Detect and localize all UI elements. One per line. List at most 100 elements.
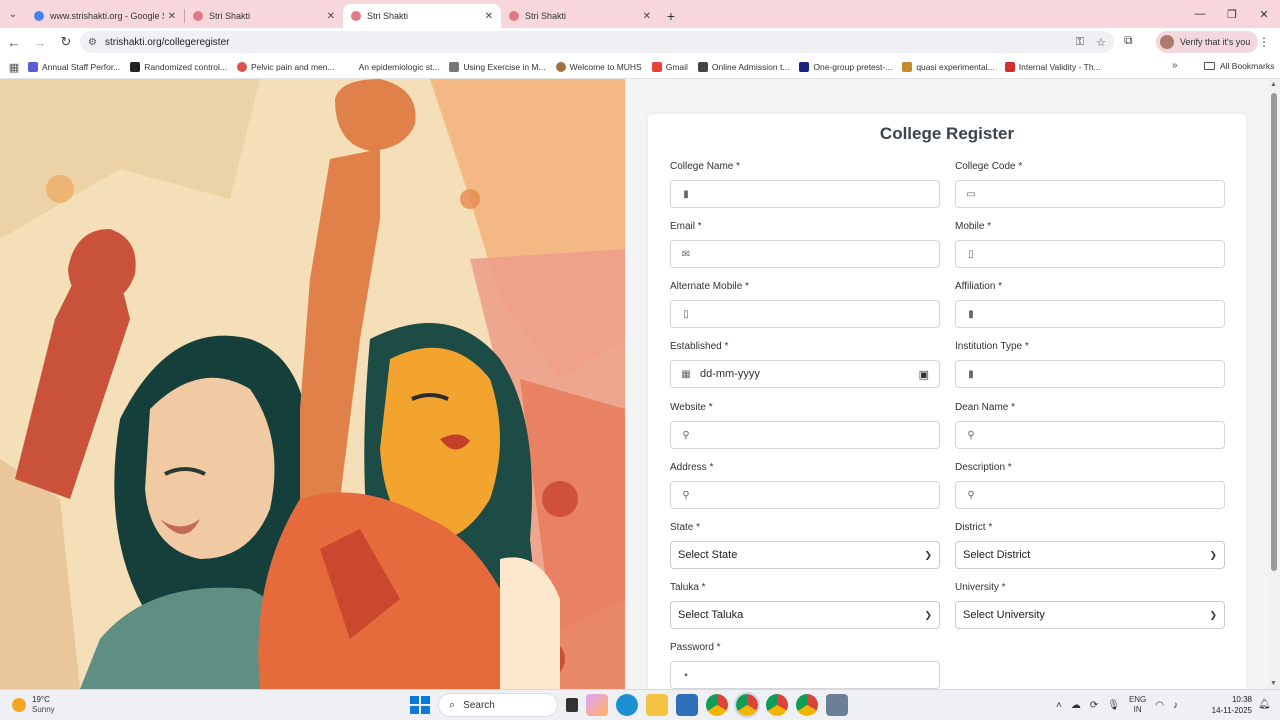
back-button[interactable]: ←	[2, 30, 26, 54]
taluka-label: Taluka *	[670, 582, 706, 593]
apps-grid-icon[interactable]: ▦	[0, 61, 28, 74]
college-name-input[interactable]: ▮	[670, 180, 940, 208]
bookmark-item[interactable]: Randomized control...	[130, 62, 227, 72]
microphone-icon[interactable]: 🎙︎	[1107, 700, 1120, 711]
language-indicator[interactable]: ENG IN	[1129, 695, 1146, 715]
mobile-label: Mobile *	[955, 221, 992, 232]
all-bookmarks-button[interactable]: All Bookmarks	[1204, 61, 1274, 71]
tab-stri-shakti-active[interactable]: Stri Shakti ✕	[343, 4, 501, 28]
notification-bell-icon[interactable]: 🔔︎	[1258, 699, 1271, 710]
maximize-icon[interactable]: ❐	[1216, 0, 1248, 28]
mobile-input[interactable]: ▯	[955, 240, 1225, 268]
bookmark-item[interactable]: Gmail	[651, 62, 688, 72]
site-info-icon[interactable]: ⚙	[88, 37, 97, 48]
established-group: Established * ▦ dd-mm-yyyy ▣	[670, 341, 940, 388]
reload-button[interactable]: ↻	[54, 30, 78, 54]
volume-icon[interactable]: ♪	[1173, 700, 1178, 711]
close-icon[interactable]: ✕	[168, 11, 176, 22]
address-bar[interactable]: ⚙ strishakti.org/collegeregister ⚿ ☆	[80, 31, 1114, 53]
new-tab-button[interactable]: +	[659, 4, 683, 28]
bookmark-label: Internal Validity - Th...	[1018, 62, 1101, 72]
forward-button[interactable]: →	[28, 30, 52, 54]
onedrive-icon[interactable]: ☁	[1071, 700, 1081, 711]
chrome-icon[interactable]	[706, 694, 728, 716]
wifi-icon[interactable]: ◠	[1155, 700, 1164, 711]
bookmark-item[interactable]: Annual Staff Perfor...	[28, 62, 120, 72]
tab-google-search[interactable]: www.strishakti.org - Google Se ✕	[26, 4, 184, 28]
menu-kebab-icon[interactable]: ⋮	[1258, 35, 1270, 49]
mobile-icon: ▯	[683, 308, 689, 320]
district-select[interactable]: Select District ❯	[955, 541, 1225, 569]
address-input[interactable]: ⚲	[670, 481, 940, 509]
page-scrollbar[interactable]: ▲ ▼	[1268, 79, 1280, 689]
sync-icon[interactable]: ⟳	[1090, 700, 1098, 711]
chrome-profile-2-icon[interactable]	[766, 694, 788, 716]
bookmark-item[interactable]: An epidemiologic st...	[344, 62, 439, 72]
college-code-input[interactable]: ▭	[955, 180, 1225, 208]
college-register-card: College Register College Name * ▮ Colleg…	[648, 114, 1246, 689]
email-group: Email * ✉	[670, 221, 940, 268]
tab-stri-shakti-1[interactable]: Stri Shakti ✕	[185, 4, 343, 28]
calendar-icon: ▦	[681, 368, 691, 380]
page-title: College Register	[879, 124, 1015, 143]
map-pin-icon: ⚲	[967, 429, 975, 441]
scroll-up-icon[interactable]: ▲	[1270, 81, 1277, 88]
close-window-icon[interactable]: ✕	[1248, 0, 1280, 28]
minimize-icon[interactable]: —	[1184, 0, 1216, 28]
password-key-icon[interactable]: ⚿	[1076, 36, 1084, 49]
date-picker-icon[interactable]: ▣	[919, 368, 929, 381]
institution-type-input[interactable]: ▮	[955, 360, 1225, 388]
extensions-puzzle-icon[interactable]: ⧉	[1124, 33, 1133, 48]
more-bookmarks-chevron-icon[interactable]: »	[1172, 60, 1178, 71]
file-explorer-icon[interactable]	[646, 694, 668, 716]
dean-name-input[interactable]: ⚲	[955, 421, 1225, 449]
store-icon[interactable]	[676, 694, 698, 716]
folder-icon	[1204, 62, 1215, 70]
windows-start-icon[interactable]	[408, 694, 430, 716]
tab-search-chevron-icon[interactable]: ⌄	[0, 0, 26, 28]
chrome-profile-3-icon[interactable]	[796, 694, 818, 716]
district-selected: Select District	[963, 549, 1031, 561]
state-select[interactable]: Select State ❯	[670, 541, 940, 569]
chevron-up-icon[interactable]: ˄	[1056, 700, 1062, 711]
profile-button[interactable]: Verify that it's you	[1156, 31, 1259, 53]
established-date-input[interactable]: ▦ dd-mm-yyyy ▣	[670, 360, 940, 388]
profile-label: Verify that it's you	[1180, 37, 1251, 47]
scroll-down-icon[interactable]: ▼	[1270, 680, 1277, 687]
copilot-icon[interactable]	[586, 694, 608, 716]
bookmark-item[interactable]: Internal Validity - Th...	[1004, 62, 1101, 72]
search-icon: ⌕	[449, 698, 456, 711]
clock[interactable]: 10:38 14-11-2025	[1208, 694, 1252, 716]
university-select[interactable]: Select University ❯	[955, 601, 1225, 629]
affiliation-input[interactable]: ▮	[955, 300, 1225, 328]
bookmark-label: quasi experimental...	[916, 62, 995, 72]
building-icon: ▮	[683, 188, 689, 200]
taluka-select[interactable]: Select Taluka ❯	[670, 601, 940, 629]
bookmark-item[interactable]: Welcome to MUHS	[555, 62, 642, 72]
weather-widget[interactable]: 19°C Sunny	[12, 695, 55, 715]
alternate-mobile-input[interactable]: ▯	[670, 300, 940, 328]
email-field[interactable]: ✉	[670, 240, 940, 268]
website-input[interactable]: ⚲	[670, 421, 940, 449]
description-input[interactable]: ⚲	[955, 481, 1225, 509]
bookmark-item[interactable]: Online Admission t...	[697, 62, 789, 72]
close-icon[interactable]: ✕	[485, 11, 493, 22]
snipping-tool-icon[interactable]	[826, 694, 848, 716]
bookmark-item[interactable]: quasi experimental...	[902, 62, 995, 72]
bookmark-item[interactable]: Pelvic pain and men...	[236, 62, 335, 72]
bookmark-star-icon[interactable]: ☆	[1096, 36, 1106, 49]
taskbar-search[interactable]: ⌕ Search	[438, 693, 558, 717]
edge-icon[interactable]	[616, 694, 638, 716]
bookmark-item[interactable]: One-group pretest-...	[799, 62, 892, 72]
scrollbar-thumb[interactable]	[1271, 93, 1277, 571]
close-icon[interactable]: ✕	[327, 11, 335, 22]
close-icon[interactable]: ✕	[643, 11, 651, 22]
bookmark-item[interactable]: Using Exercise in M...	[449, 62, 546, 72]
password-input[interactable]: ▪	[670, 661, 940, 689]
map-pin-icon: ⚲	[682, 489, 690, 501]
bookmark-label: Annual Staff Perfor...	[42, 62, 121, 72]
tab-stri-shakti-3[interactable]: Stri Shakti ✕	[501, 4, 659, 28]
chrome-profile-icon[interactable]	[734, 692, 760, 718]
institution-type-group: Institution Type * ▮	[955, 341, 1225, 388]
task-view-icon[interactable]	[566, 698, 578, 712]
